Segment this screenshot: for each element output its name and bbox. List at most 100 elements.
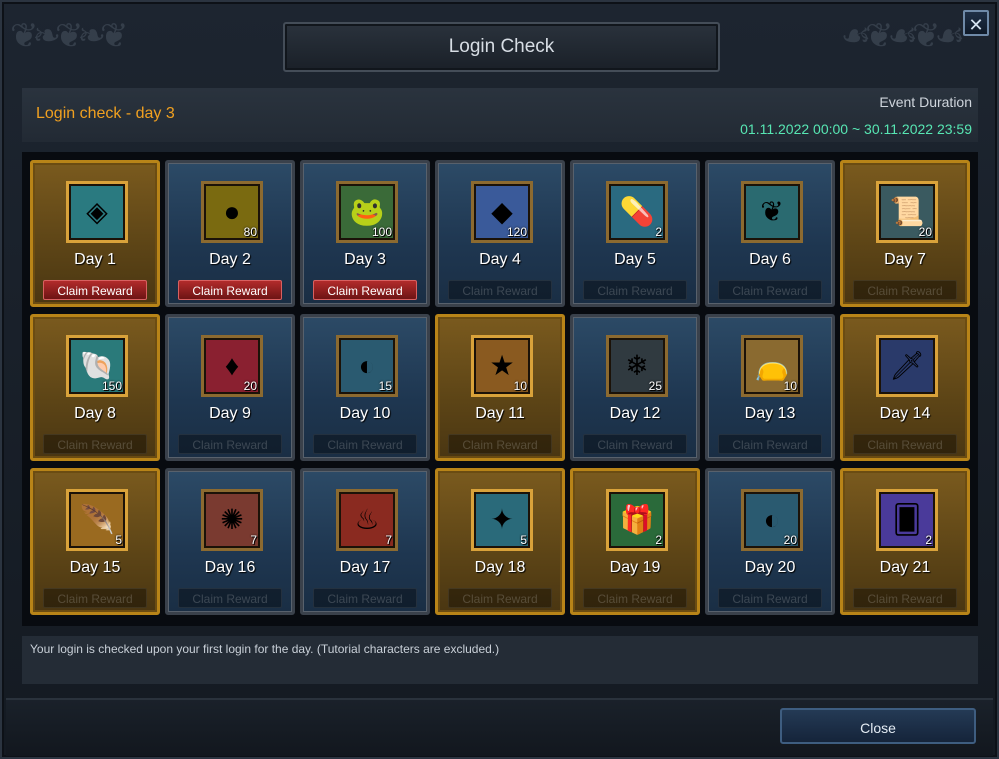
claim-reward-button: Claim Reward: [583, 434, 687, 454]
login-day-text: Login check - day 3: [36, 105, 175, 122]
day-label: Day 21: [879, 559, 931, 576]
item-quantity: 10: [783, 379, 797, 393]
day-cell[interactable]: ◐ 20 Day 20 Claim Reward: [705, 468, 835, 615]
item-quantity: 20: [918, 225, 932, 239]
claim-reward-button: Claim Reward: [313, 588, 417, 608]
reward-grid-panel: ◈ Day 1 Claim Reward ● 80 Day 2 Claim Reward 🐸 1…: [22, 152, 978, 626]
close-window-button[interactable]: ✕: [963, 10, 989, 36]
scroll-icon: 📜: [889, 196, 925, 227]
day-label: Day 6: [749, 251, 791, 268]
day-label: Day 18: [474, 559, 526, 576]
reward-item-slot[interactable]: ♦ 20: [201, 335, 263, 397]
day-cell[interactable]: ✺ 7 Day 16 Claim Reward: [165, 468, 295, 615]
fire-rune-icon: ♨: [354, 504, 380, 535]
day-cell[interactable]: ♨ 7 Day 17 Claim Reward: [300, 468, 430, 615]
claim-reward-button[interactable]: Claim Reward: [43, 280, 147, 300]
reward-item-slot[interactable]: ◐ 15: [336, 335, 398, 397]
login-check-window: ❦❧❦❧❦ ☙❦☙❦☙ Login Check ✕ Login check - …: [0, 0, 999, 759]
reward-item-slot[interactable]: ❦: [741, 181, 803, 243]
stone-icon: ◐: [358, 350, 376, 381]
dragon-ornament-right-icon: ☙❦☙❦☙: [840, 17, 965, 55]
item-quantity: 150: [101, 379, 122, 393]
day-cell[interactable]: 🗡 Day 14 Claim Reward: [840, 314, 970, 461]
reward-item-slot[interactable]: ◈: [66, 181, 128, 243]
day-cell[interactable]: 🎁 2 Day 19 Claim Reward: [570, 468, 700, 615]
item-quantity: 20: [243, 379, 257, 393]
item-quantity: 2: [925, 533, 932, 547]
reward-item-slot[interactable]: ✺ 7: [201, 489, 263, 551]
claim-reward-button: Claim Reward: [718, 588, 822, 608]
reward-item-slot[interactable]: ✦ 5: [471, 489, 533, 551]
day-cell[interactable]: 🐸 100 Day 3 Claim Reward: [300, 160, 430, 307]
item-quantity: 80: [243, 225, 257, 239]
reward-item-slot[interactable]: 🗡: [876, 335, 938, 397]
day-label: Day 1: [74, 251, 116, 268]
red-crystal-icon: ♦: [224, 350, 240, 381]
reward-item-slot[interactable]: 🂠 2: [876, 489, 938, 551]
reward-item-slot[interactable]: 👝 10: [741, 335, 803, 397]
reward-item-slot[interactable]: 💊 2: [606, 181, 668, 243]
day-label: Day 5: [614, 251, 656, 268]
day-label: Day 9: [209, 405, 251, 422]
day-cell[interactable]: ✦ 5 Day 18 Claim Reward: [435, 468, 565, 615]
orb-icon: ●: [223, 196, 241, 227]
day-label: Day 3: [344, 251, 386, 268]
reward-item-slot[interactable]: 🐚 150: [66, 335, 128, 397]
day-cell[interactable]: ◆ 120 Day 4 Claim Reward: [435, 160, 565, 307]
claim-reward-button: Claim Reward: [448, 434, 552, 454]
reward-item-slot[interactable]: 🐸 100: [336, 181, 398, 243]
reward-item-slot[interactable]: ◆ 120: [471, 181, 533, 243]
day-cell[interactable]: 💊 2 Day 5 Claim Reward: [570, 160, 700, 307]
star-icon: ★: [489, 350, 515, 381]
reward-item-slot[interactable]: ◐ 20: [741, 489, 803, 551]
day-cell[interactable]: ★ 10 Day 11 Claim Reward: [435, 314, 565, 461]
dragon-ornament-left-icon: ❦❧❦❧❦: [10, 17, 128, 55]
day-cell[interactable]: ● 80 Day 2 Claim Reward: [165, 160, 295, 307]
close-button[interactable]: Close: [780, 708, 976, 744]
claim-reward-button: Claim Reward: [853, 280, 957, 300]
day-label: Day 19: [609, 559, 661, 576]
crystal-icon: ◆: [491, 196, 513, 227]
day-label: Day 16: [204, 559, 256, 576]
day-cell[interactable]: 📜 20 Day 7 Claim Reward: [840, 160, 970, 307]
frog-icon: 🐸: [349, 196, 385, 227]
claim-reward-button: Claim Reward: [718, 434, 822, 454]
day-cell[interactable]: ❦ Day 6 Claim Reward: [705, 160, 835, 307]
claim-reward-button[interactable]: Claim Reward: [313, 280, 417, 300]
item-quantity: 2: [655, 533, 662, 547]
reward-item-slot[interactable]: 📜 20: [876, 181, 938, 243]
day-label: Day 14: [879, 405, 931, 422]
day-label: Day 8: [74, 405, 116, 422]
day-label: Day 4: [479, 251, 521, 268]
reward-item-slot[interactable]: ♨ 7: [336, 489, 398, 551]
claim-reward-button: Claim Reward: [313, 434, 417, 454]
reward-item-slot[interactable]: 🪶 5: [66, 489, 128, 551]
day-cell[interactable]: 👝 10 Day 13 Claim Reward: [705, 314, 835, 461]
item-quantity: 15: [378, 379, 392, 393]
card-icon: 🂠: [892, 504, 922, 535]
reward-item-slot[interactable]: ● 80: [201, 181, 263, 243]
pouch-icon: 👝: [754, 350, 790, 381]
reward-item-slot[interactable]: ★ 10: [471, 335, 533, 397]
day-cell[interactable]: ◈ Day 1 Claim Reward: [30, 160, 160, 307]
feather-icon: 🪶: [79, 504, 115, 535]
reward-item-slot[interactable]: 🎁 2: [606, 489, 668, 551]
claim-reward-button: Claim Reward: [448, 588, 552, 608]
day-label: Day 17: [339, 559, 391, 576]
claim-reward-button[interactable]: Claim Reward: [178, 280, 282, 300]
day-cell[interactable]: 🐚 150 Day 8 Claim Reward: [30, 314, 160, 461]
rose-icon: ❦: [760, 196, 784, 227]
day-cell[interactable]: ❄ 25 Day 12 Claim Reward: [570, 314, 700, 461]
day-cell[interactable]: ◐ 15 Day 10 Claim Reward: [300, 314, 430, 461]
claim-reward-button: Claim Reward: [583, 588, 687, 608]
claim-reward-button: Claim Reward: [178, 434, 282, 454]
day-cell[interactable]: ♦ 20 Day 9 Claim Reward: [165, 314, 295, 461]
day-label: Day 11: [475, 405, 525, 422]
reward-item-slot[interactable]: ❄ 25: [606, 335, 668, 397]
item-quantity: 5: [115, 533, 122, 547]
day-cell[interactable]: 🂠 2 Day 21 Claim Reward: [840, 468, 970, 615]
pill-icon: 💊: [619, 196, 655, 227]
day-cell[interactable]: 🪶 5 Day 15 Claim Reward: [30, 468, 160, 615]
reward-grid: ◈ Day 1 Claim Reward ● 80 Day 2 Claim Reward 🐸 1…: [30, 160, 970, 615]
item-quantity: 20: [783, 533, 797, 547]
